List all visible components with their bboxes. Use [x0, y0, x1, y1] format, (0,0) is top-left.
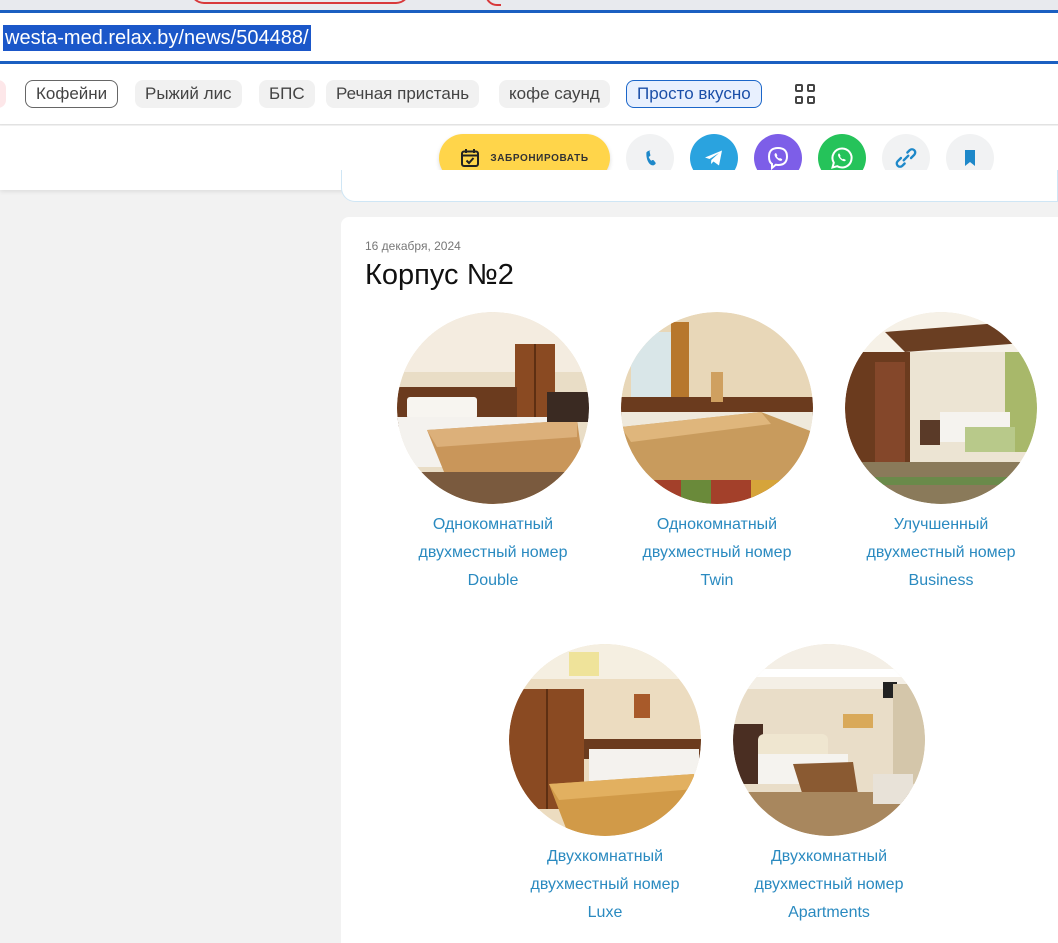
bookmark-chip[interactable]: кофе саунд [499, 80, 610, 108]
url-text[interactable]: westa-med.relax.by/news/504488/ [3, 25, 311, 51]
room-name-line[interactable]: двухместный номер [841, 539, 1041, 567]
bookmark-chip[interactable]: Просто вкусно [626, 80, 762, 108]
address-bar[interactable]: westa-med.relax.by/news/504488/ [0, 10, 1058, 64]
browser-tab-strip [0, 0, 1058, 10]
room-name-line[interactable]: двухместный номер [505, 871, 705, 899]
room-name-line[interactable]: Business [841, 567, 1041, 595]
room-name-line[interactable]: Однокомнатный [617, 511, 817, 539]
article-title: Корпус №2 [365, 259, 514, 291]
article-card: 16 декабря, 2024 Корпус №2 Однокомнатный… [341, 217, 1058, 943]
room-card-business[interactable]: Улучшенный двухместный номер Business [841, 312, 1041, 595]
room-name-line[interactable]: Double [393, 567, 593, 595]
room-name-line[interactable]: Улучшенный [841, 511, 1041, 539]
bookmark-chip-partial[interactable] [0, 80, 6, 108]
room-card-apartments[interactable]: Двухкомнатный двухместный номер Apartmen… [729, 644, 929, 927]
viber-icon [767, 146, 789, 171]
room-card-luxe[interactable]: Двухкомнатный двухместный номер Luxe [505, 644, 705, 927]
room-name-line[interactable]: Двухкомнатный [729, 843, 929, 871]
tab-outline-decoration [190, 0, 410, 4]
room-name[interactable]: Однокомнатный двухместный номер Twin [617, 511, 817, 595]
room-name[interactable]: Двухкомнатный двухместный номер Luxe [505, 843, 705, 927]
bookmark-chip[interactable]: Рыжий лис [135, 80, 242, 108]
room-card-twin[interactable]: Однокомнатный двухместный номер Twin [617, 312, 817, 595]
bookmark-icon [965, 150, 975, 166]
room-photo[interactable] [509, 644, 701, 836]
bookmark-chip[interactable]: Речная пристань [326, 80, 480, 108]
phone-icon [646, 150, 656, 166]
bookmark-chip[interactable]: БПС [259, 80, 315, 108]
apps-grid-icon[interactable] [795, 84, 817, 106]
bookmark-chip[interactable]: Кофейни [25, 80, 119, 108]
room-name-line[interactable]: Twin [617, 567, 817, 595]
room-name-line[interactable]: Apartments [729, 899, 929, 927]
room-photo[interactable] [621, 312, 813, 504]
tab-outline-decoration [485, 0, 501, 6]
room-name-line[interactable]: двухместный номер [393, 539, 593, 567]
book-button-label: ЗАБРОНИРОВАТЬ [490, 152, 589, 164]
content-box-edge [341, 170, 1058, 202]
link-icon [895, 148, 917, 168]
room-name[interactable]: Двухкомнатный двухместный номер Apartmen… [729, 843, 929, 927]
room-card-double[interactable]: Однокомнатный двухместный номер Double [393, 312, 593, 595]
room-name-line[interactable]: двухместный номер [617, 539, 817, 567]
room-name-line[interactable]: Двухкомнатный [505, 843, 705, 871]
room-photo[interactable] [397, 312, 589, 504]
room-photo[interactable] [845, 312, 1037, 504]
room-name-line[interactable]: Luxe [505, 899, 705, 927]
room-photo[interactable] [733, 644, 925, 836]
calendar-check-icon [461, 149, 480, 167]
room-name-line[interactable]: двухместный номер [729, 871, 929, 899]
article-date: 16 декабря, 2024 [365, 239, 461, 253]
bookmarks-bar: Кофейни Рыжий лис БПС Речная пристань ко… [0, 64, 1058, 125]
room-name-line[interactable]: Однокомнатный [393, 511, 593, 539]
telegram-icon [705, 150, 722, 166]
room-name[interactable]: Однокомнатный двухместный номер Double [393, 511, 593, 595]
whatsapp-icon [831, 147, 853, 169]
room-name[interactable]: Улучшенный двухместный номер Business [841, 511, 1041, 595]
